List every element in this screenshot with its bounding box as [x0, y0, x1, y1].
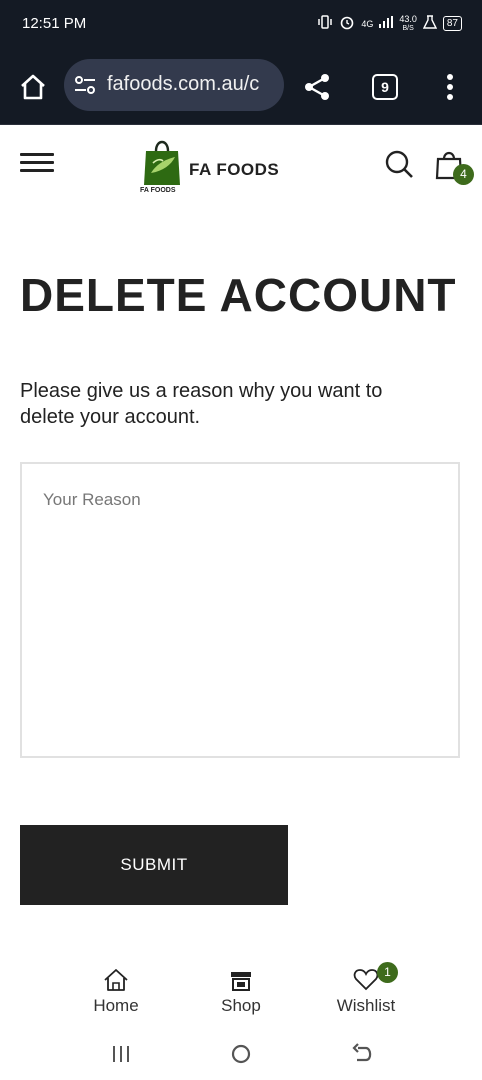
logo-caption: FA FOODS [140, 187, 176, 194]
recent-apps-icon[interactable] [108, 1042, 134, 1066]
site-header: FA FOODS FA FOODS 4 [0, 125, 482, 205]
data-speed-value: 43.0 [399, 13, 417, 24]
search-icon[interactable] [384, 149, 414, 179]
cart-count-badge: 4 [453, 164, 474, 185]
hamburger-line [20, 153, 54, 156]
url-text: fafoods.com.au/c [107, 73, 260, 95]
data-speed-unit: B/S [402, 24, 414, 32]
hamburger-line [20, 169, 54, 172]
flask-icon [422, 15, 438, 32]
alarm-icon [339, 14, 355, 33]
address-bar[interactable]: fafoods.com.au/c [64, 59, 284, 111]
shop-icon [231, 972, 251, 991]
reason-prompt: Please give us a reason why you want to … [20, 380, 383, 428]
network-type: 4G [361, 18, 374, 29]
nav-wishlist-label: Wishlist [336, 996, 396, 1015]
home-icon [104, 969, 128, 991]
hamburger-menu-icon[interactable] [20, 153, 54, 177]
reason-textarea[interactable] [20, 462, 460, 758]
browser-toolbar: fafoods.com.au/c 9 [0, 48, 482, 125]
battery-indicator: 87 [442, 16, 462, 31]
status-icons: 4G 43.0 B/S 87 [317, 14, 462, 33]
nav-shop[interactable]: Shop [181, 960, 301, 1016]
brand-name: FA FOODS [189, 160, 280, 179]
home-button-icon[interactable] [228, 1042, 254, 1066]
signal-icon [379, 16, 394, 31]
site-settings-icon[interactable] [74, 75, 96, 95]
home-icon[interactable] [18, 72, 48, 102]
nav-home-label: Home [93, 996, 139, 1015]
hamburger-line [20, 161, 54, 164]
bottom-navigation: Home Shop 1 Wishlist [0, 960, 482, 1024]
vibrate-icon [317, 15, 333, 32]
nav-home[interactable]: Home [56, 960, 176, 1016]
tab-switcher-button[interactable]: 9 [372, 74, 398, 100]
status-time: 12:51 PM [22, 15, 87, 32]
nav-shop-label: Shop [221, 996, 261, 1015]
back-icon[interactable] [350, 1042, 376, 1066]
status-bar: 12:51 PM 4G 43.0 B/S 87 [0, 0, 482, 48]
data-speed: 43.0 B/S [399, 13, 417, 33]
site-logo[interactable]: FA FOODS FA FOODS [137, 133, 287, 201]
submit-button[interactable]: SUBMIT [20, 825, 288, 905]
page-title: DELETE ACCOUNT [20, 269, 457, 321]
nav-wishlist[interactable]: 1 Wishlist [306, 960, 426, 1016]
share-icon[interactable] [302, 72, 332, 102]
heart-icon [353, 969, 379, 991]
wishlist-count-badge: 1 [377, 962, 398, 983]
system-navigation-bar [0, 1030, 482, 1080]
more-options-icon[interactable] [438, 72, 462, 102]
